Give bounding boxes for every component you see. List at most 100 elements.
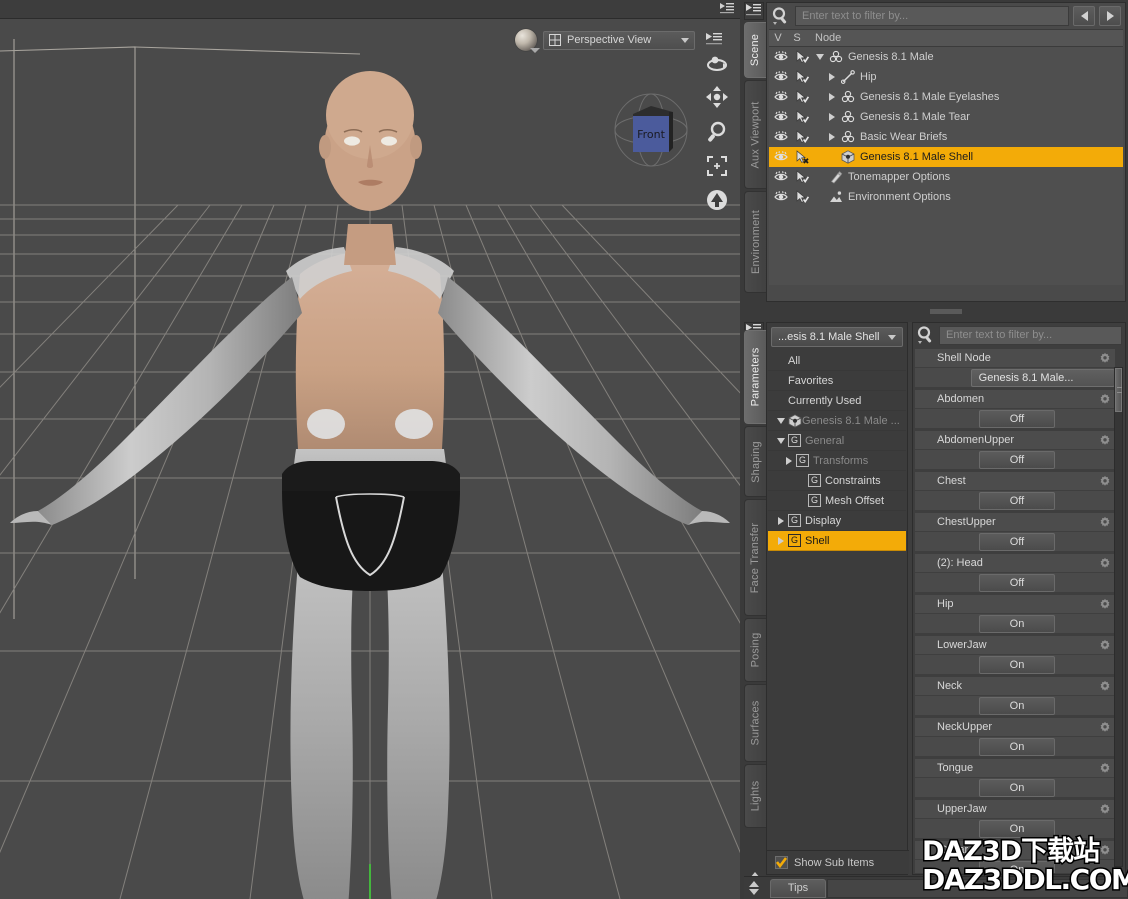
property-toggle-button[interactable]: Off bbox=[979, 451, 1055, 469]
property-control-row[interactable]: On bbox=[915, 695, 1115, 715]
selectable-toggle[interactable] bbox=[791, 110, 813, 124]
tree-twisty-collapsed[interactable] bbox=[825, 93, 839, 101]
gear-icon[interactable] bbox=[1099, 844, 1111, 856]
scene-filter-prev-button[interactable] bbox=[1073, 6, 1095, 26]
selectable-toggle[interactable] bbox=[791, 130, 813, 144]
tab-surfaces[interactable]: Surfaces bbox=[744, 684, 766, 763]
tab-scene[interactable]: Scene bbox=[744, 22, 766, 78]
parameters-group-list[interactable]: AllFavoritesCurrently UsedGenesis 8.1 Ma… bbox=[768, 351, 906, 551]
property-control-row[interactable]: On bbox=[915, 777, 1115, 797]
property-control-row[interactable]: On bbox=[915, 654, 1115, 674]
property-toggle-button[interactable]: On bbox=[979, 820, 1055, 838]
tab-posing[interactable]: Posing bbox=[744, 618, 766, 682]
property-toggle-button[interactable]: Off bbox=[979, 533, 1055, 551]
property-item[interactable]: ChestUpperOff bbox=[915, 513, 1115, 551]
property-control-row[interactable]: Off bbox=[915, 490, 1115, 510]
scrollbar-thumb[interactable] bbox=[1115, 368, 1122, 412]
selectable-toggle[interactable] bbox=[791, 90, 813, 104]
property-toggle-button[interactable]: On bbox=[979, 738, 1055, 756]
property-item[interactable]: (2): HeadOff bbox=[915, 554, 1115, 592]
parameter-group-item[interactable]: All bbox=[768, 351, 906, 371]
parameter-group-item[interactable]: Favorites bbox=[768, 371, 906, 391]
search-icon[interactable] bbox=[771, 6, 791, 26]
parameters-node-selector[interactable]: ...esis 8.1 Male Shell bbox=[771, 327, 903, 347]
tree-twisty-expanded[interactable] bbox=[813, 54, 827, 60]
property-toggle-button[interactable]: On bbox=[979, 656, 1055, 674]
property-toggle-button[interactable]: Off bbox=[979, 574, 1055, 592]
tab-face-transfer[interactable]: Face Transfer bbox=[744, 499, 766, 616]
tree-twisty-expanded[interactable] bbox=[774, 438, 788, 444]
parameter-group-item[interactable]: GDisplay bbox=[768, 511, 906, 531]
gear-icon[interactable] bbox=[1099, 680, 1111, 692]
tab-aux-viewport[interactable]: Aux Viewport bbox=[744, 80, 766, 189]
scene-pane-menu-icon[interactable] bbox=[744, 2, 764, 20]
parameter-group-item[interactable]: Genesis 8.1 Male ... bbox=[768, 411, 906, 431]
scene-tree-row[interactable]: Environment Options bbox=[769, 187, 1123, 207]
tab-parameters[interactable]: Parameters bbox=[744, 330, 766, 424]
property-control-row[interactable]: On bbox=[915, 613, 1115, 633]
parameter-group-item[interactable]: GConstraints bbox=[768, 471, 906, 491]
visibility-toggle[interactable] bbox=[771, 190, 791, 204]
viewport-options-menu-icon[interactable] bbox=[705, 32, 723, 48]
visibility-toggle[interactable] bbox=[771, 50, 791, 64]
panel-splitter[interactable] bbox=[766, 305, 1126, 319]
orbit-icon[interactable] bbox=[706, 55, 728, 73]
scene-tree-row[interactable]: Genesis 8.1 Male bbox=[769, 47, 1123, 67]
gear-icon[interactable] bbox=[1099, 557, 1111, 569]
selectable-toggle[interactable] bbox=[791, 150, 813, 164]
selectable-toggle[interactable] bbox=[791, 70, 813, 84]
gear-icon[interactable] bbox=[1099, 434, 1111, 446]
tree-twisty-collapsed[interactable] bbox=[825, 73, 839, 81]
gear-icon[interactable] bbox=[1099, 475, 1111, 487]
property-control-row[interactable]: On bbox=[915, 736, 1115, 756]
parameter-group-item[interactable]: Currently Used bbox=[768, 391, 906, 411]
tree-twisty-collapsed[interactable] bbox=[774, 537, 788, 545]
gear-icon[interactable] bbox=[1099, 721, 1111, 733]
property-control-row[interactable]: On bbox=[915, 818, 1115, 838]
property-item[interactable]: NeckUpperOn bbox=[915, 718, 1115, 756]
gear-icon[interactable] bbox=[1099, 598, 1111, 610]
property-value-field[interactable]: Genesis 8.1 Male... bbox=[971, 369, 1115, 387]
selectable-toggle[interactable] bbox=[791, 50, 813, 64]
tab-lights[interactable]: Lights bbox=[744, 764, 766, 828]
visibility-toggle[interactable] bbox=[771, 110, 791, 124]
scene-tree-row[interactable]: Genesis 8.1 Male Eyelashes bbox=[769, 87, 1123, 107]
parameter-group-item[interactable]: GGeneral bbox=[768, 431, 906, 451]
frame-icon[interactable] bbox=[707, 156, 727, 176]
splitter-handle[interactable] bbox=[929, 308, 963, 315]
property-control-row[interactable]: Off bbox=[915, 531, 1115, 551]
tree-twisty-collapsed[interactable] bbox=[825, 133, 839, 141]
tree-twisty-collapsed[interactable] bbox=[825, 113, 839, 121]
viewport-pane-menu-icon[interactable] bbox=[719, 2, 735, 16]
pan-icon[interactable] bbox=[706, 86, 728, 108]
property-item[interactable]: AbdomenUpperOff bbox=[915, 431, 1115, 469]
scene-filter-next-button[interactable] bbox=[1099, 6, 1121, 26]
scene-filter-input[interactable] bbox=[795, 6, 1069, 26]
visibility-toggle[interactable] bbox=[771, 170, 791, 184]
property-toggle-button[interactable]: On bbox=[979, 615, 1055, 633]
property-item[interactable]: TongueOn bbox=[915, 759, 1115, 797]
property-item[interactable]: LowerJawOn bbox=[915, 636, 1115, 674]
property-control-row[interactable]: On bbox=[915, 859, 1115, 873]
property-item[interactable]: AbdomenOff bbox=[915, 390, 1115, 428]
parameter-group-item[interactable]: GShell bbox=[768, 531, 906, 551]
scene-tree-row[interactable]: Genesis 8.1 Male Tear bbox=[769, 107, 1123, 127]
gear-icon[interactable] bbox=[1099, 639, 1111, 651]
visibility-toggle[interactable] bbox=[771, 90, 791, 104]
scroll-down-icon[interactable] bbox=[749, 889, 759, 895]
show-sub-items-row[interactable]: Show Sub Items bbox=[767, 850, 909, 874]
visibility-toggle[interactable] bbox=[771, 70, 791, 84]
search-icon[interactable] bbox=[916, 325, 936, 345]
scene-tree-row[interactable]: Tonemapper Options bbox=[769, 167, 1123, 187]
statusbar-spinner[interactable] bbox=[746, 878, 762, 899]
visibility-toggle[interactable] bbox=[771, 150, 791, 164]
property-item[interactable]: Shell NodeGenesis 8.1 Male... bbox=[915, 349, 1115, 387]
selectable-toggle[interactable] bbox=[791, 170, 813, 184]
scene-tree-row[interactable]: Genesis 8.1 Male Shell bbox=[769, 147, 1123, 167]
parameters-filter-input[interactable] bbox=[939, 326, 1122, 345]
property-item[interactable]: ChestOff bbox=[915, 472, 1115, 510]
property-toggle-button[interactable]: Off bbox=[979, 410, 1055, 428]
property-toggle-button[interactable]: Off bbox=[979, 492, 1055, 510]
scene-tree[interactable]: Genesis 8.1 MaleHipGenesis 8.1 Male Eyel… bbox=[769, 47, 1123, 285]
gear-icon[interactable] bbox=[1099, 352, 1111, 364]
